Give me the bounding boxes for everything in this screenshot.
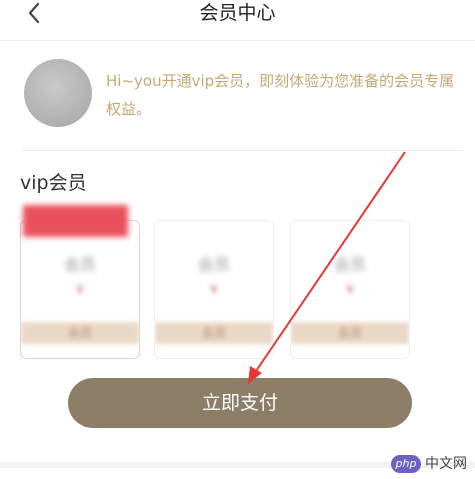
php-logo-icon: php	[391, 455, 421, 473]
divider	[22, 150, 462, 151]
header-bar: 会员中心	[0, 0, 475, 41]
vip-plan-card-2[interactable]: 会员 ¥ 会员	[154, 220, 274, 359]
vip-section-title: vip会员	[20, 172, 87, 194]
plan-name: 会员	[63, 255, 96, 274]
plan-name: 会员	[197, 255, 230, 274]
plan-footer-text: 会员	[67, 326, 92, 340]
plan-price: ¥	[75, 283, 85, 298]
pay-now-button[interactable]: 立即支付	[68, 378, 412, 428]
watermark-text: 中文网	[425, 456, 467, 472]
vip-plan-card-3[interactable]: 会员 ¥ 会员	[290, 220, 410, 359]
vip-promo-text: Hi~you开通vip会员，即刻体验为您准备的会员专属权益。	[106, 72, 455, 118]
plan-name: 会员	[333, 255, 366, 274]
page-title: 会员中心	[199, 2, 276, 24]
vip-center-page: 会员中心 Hi~you开通vip会员，即刻体验为您准备的会员专属权益。 vip会…	[0, 0, 475, 479]
watermark: php 中文网	[391, 452, 467, 476]
selected-plan-badge	[23, 205, 128, 237]
plan-price: ¥	[209, 283, 219, 298]
plan-footer-text: 会员	[337, 326, 362, 340]
plan-footer-text: 会员	[201, 326, 226, 340]
profile-section: Hi~you开通vip会员，即刻体验为您准备的会员专属权益。	[0, 41, 475, 149]
plan-price: ¥	[345, 283, 355, 298]
vip-plan-card-1[interactable]: 会员 ¥ 会员	[20, 220, 140, 359]
avatar[interactable]	[24, 59, 92, 127]
